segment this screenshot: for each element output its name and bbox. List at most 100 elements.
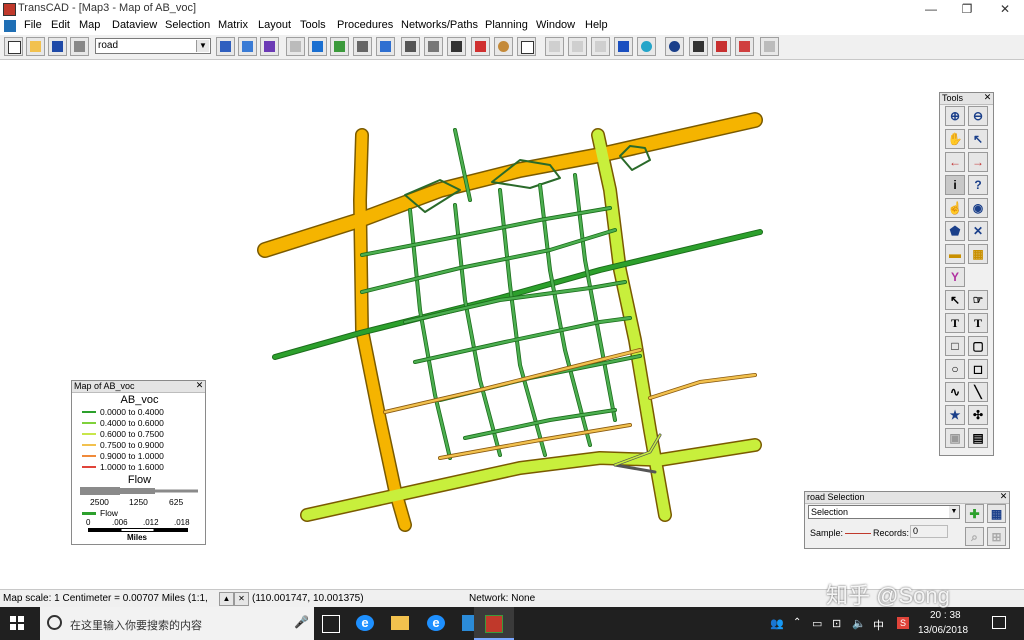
task-view-icon[interactable]	[322, 615, 340, 633]
scale-button[interactable]	[447, 37, 466, 56]
rounded-rect-tool[interactable]: ▢	[968, 336, 988, 356]
link-button[interactable]	[353, 37, 372, 56]
flow-map-button[interactable]	[376, 37, 395, 56]
query-tool[interactable]: ?	[968, 175, 988, 195]
network-icon[interactable]: ⊡	[832, 617, 841, 630]
zoom-out-tool[interactable]: ⊖	[968, 106, 988, 126]
street-ns-3[interactable]	[498, 188, 547, 457]
pan-tool[interactable]: ✋	[945, 129, 965, 149]
battery-icon[interactable]: ▭	[812, 617, 822, 630]
text-path-tool[interactable]: T	[968, 313, 988, 333]
chart-button[interactable]	[238, 37, 257, 56]
print-button[interactable]	[70, 37, 89, 56]
menu-dataview[interactable]: Dataview	[112, 19, 157, 31]
grid-button[interactable]	[591, 37, 610, 56]
check-button[interactable]	[735, 37, 754, 56]
people-icon[interactable]: 👥	[770, 617, 784, 630]
drag-zoom-tool[interactable]: ↖	[968, 129, 988, 149]
scale-up-button[interactable]: ▲	[219, 592, 234, 606]
layers-button[interactable]	[401, 37, 420, 56]
style-button[interactable]	[494, 37, 513, 56]
tools-title-bar[interactable]: Tools ✕	[940, 93, 993, 105]
rectangle-tool[interactable]: □	[945, 336, 965, 356]
selection-title-bar[interactable]: road Selection ✕	[805, 492, 1009, 504]
freeze-tool[interactable]: ▤	[968, 428, 988, 448]
globe-button[interactable]	[637, 37, 656, 56]
pin-button[interactable]	[568, 37, 587, 56]
info-tool[interactable]: i	[945, 175, 965, 195]
tray-chevron-icon[interactable]: ⌃	[793, 617, 801, 628]
dataview-button[interactable]	[216, 37, 235, 56]
pattern-button[interactable]	[286, 37, 305, 56]
edge-icon[interactable]: e	[356, 615, 374, 631]
fill-button[interactable]	[545, 37, 564, 56]
windows-start-icon[interactable]	[10, 616, 24, 630]
theme-button[interactable]	[260, 37, 279, 56]
save-button[interactable]	[48, 37, 67, 56]
freehand-tool[interactable]: ◻	[968, 359, 988, 379]
path-tool[interactable]: Y	[945, 267, 965, 287]
street-ns-2[interactable]	[453, 203, 502, 457]
legend-panel[interactable]: Map of AB_voc ✕ AB_voc 0.0000 to 0.4000 …	[71, 380, 206, 545]
clock-time[interactable]: 20 : 38	[930, 610, 961, 621]
close-icon[interactable]: ✕	[195, 381, 204, 390]
select-cross-tool[interactable]: ✕	[968, 221, 988, 241]
microphone-icon[interactable]: 🎤	[294, 615, 309, 629]
open-file-button[interactable]	[26, 37, 45, 56]
image-tool[interactable]: ▣	[945, 428, 965, 448]
taskbar-search-box[interactable]: 在这里输入你要搜索的内容 🎤	[40, 607, 314, 640]
left-network-tool[interactable]: ←	[945, 152, 965, 172]
matrix-button[interactable]	[712, 37, 731, 56]
select-polygon-tool[interactable]: ⬟	[945, 221, 965, 241]
scale-close-button[interactable]: ✕	[234, 592, 249, 606]
select-circle-tool[interactable]: ◉	[968, 198, 988, 218]
street-ew-1[interactable]	[360, 206, 612, 257]
tools-palette[interactable]: Tools ✕ ⊕ ⊖ ✋ ↖ ← → i ? ☝ ◉ ⬟ ✕ ▬ ▦ Y ↖ …	[939, 92, 994, 456]
close-button[interactable]: ✕	[988, 0, 1022, 18]
sogou-icon[interactable]: S	[897, 617, 909, 629]
line-tool[interactable]: ╲	[968, 382, 988, 402]
ime-indicator[interactable]: 中	[873, 617, 884, 633]
menu-edit[interactable]: Edit	[51, 19, 70, 31]
right-network-tool[interactable]: →	[968, 152, 988, 172]
new-file-button[interactable]	[4, 37, 23, 56]
file-explorer-icon[interactable]	[391, 616, 409, 630]
document-icon[interactable]	[4, 20, 16, 32]
menu-layout[interactable]: Layout	[258, 19, 291, 31]
map-selection-button[interactable]: ⊞	[987, 527, 1006, 546]
arrow-tool[interactable]: ↖	[945, 290, 965, 310]
disabled-tool-button[interactable]	[760, 37, 779, 56]
menu-file[interactable]: File	[24, 19, 42, 31]
ruler-tool[interactable]: ▬	[945, 244, 965, 264]
legend-button[interactable]	[424, 37, 443, 56]
legend-panel-title-bar[interactable]: Map of AB_voc ✕	[72, 381, 205, 393]
menu-tools[interactable]: Tools	[300, 19, 326, 31]
maximize-button[interactable]: ❐	[950, 0, 984, 18]
menu-matrix[interactable]: Matrix	[218, 19, 248, 31]
selection-panel[interactable]: road Selection ✕ Selection ▼ ✚ ▦ Sample:…	[804, 491, 1010, 549]
route-button[interactable]	[665, 37, 684, 56]
network-button[interactable]	[614, 37, 633, 56]
dot-density-button[interactable]	[330, 37, 349, 56]
close-icon[interactable]: ✕	[983, 93, 992, 102]
measure-tool[interactable]: ▦	[968, 244, 988, 264]
notification-icon[interactable]	[992, 616, 1006, 629]
select-tool-button[interactable]	[689, 37, 708, 56]
desire-lines-button[interactable]	[308, 37, 327, 56]
selection-set-dropdown[interactable]: Selection ▼	[808, 505, 960, 519]
clock-date[interactable]: 13/06/2018	[918, 625, 968, 636]
hand-select-tool[interactable]: ☞	[968, 290, 988, 310]
curve-tool[interactable]: ∿	[945, 382, 965, 402]
street-ns-1[interactable]	[408, 208, 452, 460]
road-south-arterial[interactable]	[301, 439, 761, 521]
ie-icon[interactable]: e	[427, 615, 445, 631]
minimize-button[interactable]: —	[914, 0, 948, 18]
add-selection-button[interactable]: ✚	[965, 504, 984, 523]
compass-tool[interactable]: ✣	[968, 405, 988, 425]
select-point-tool[interactable]: ☝	[945, 198, 965, 218]
menu-window[interactable]: Window	[536, 19, 575, 31]
menu-procedures[interactable]: Procedures	[337, 19, 393, 31]
close-icon[interactable]: ✕	[999, 492, 1008, 501]
ellipse-tool[interactable]: ○	[945, 359, 965, 379]
menu-help[interactable]: Help	[585, 19, 608, 31]
